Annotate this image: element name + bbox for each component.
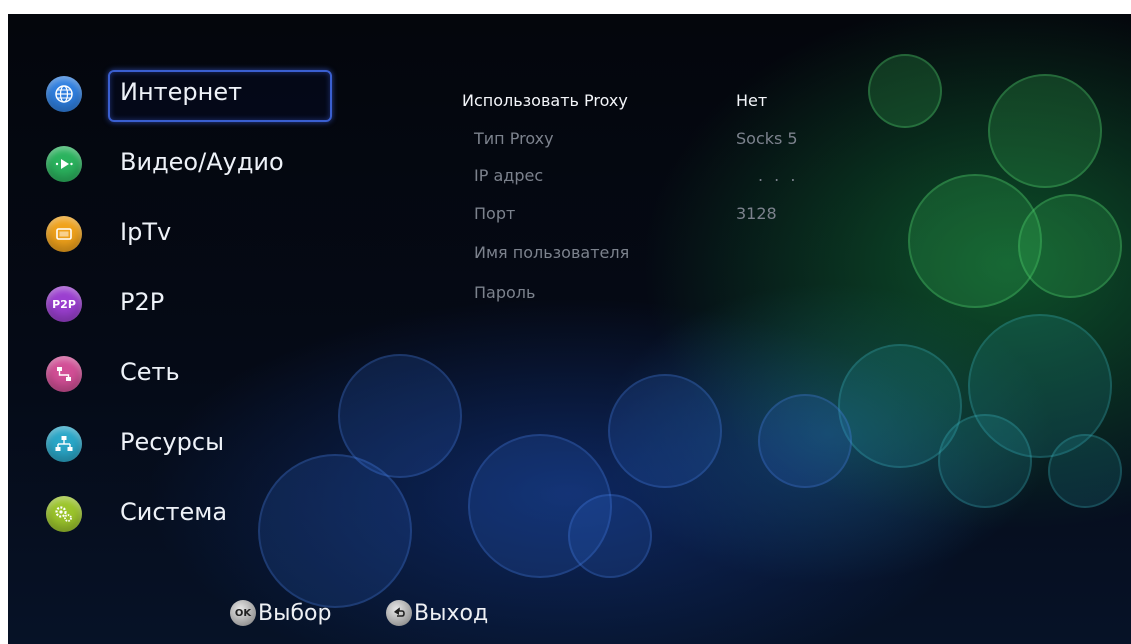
setting-label: Тип Proxy xyxy=(474,129,554,148)
setting-label: Пароль xyxy=(474,283,536,302)
select-label: Выбор xyxy=(258,600,332,626)
menu-label-p2p: P2P xyxy=(120,288,165,316)
ok-badge-text: OK xyxy=(234,607,252,619)
setting-label: Порт xyxy=(474,204,516,223)
menu-item-video-audio[interactable]: Видео/Аудио xyxy=(46,142,346,186)
media-icon xyxy=(46,146,82,182)
tv-icon xyxy=(46,216,82,252)
menu-item-resources[interactable]: Ресурсы xyxy=(46,422,346,466)
p2p-badge-text: P2P xyxy=(52,297,76,311)
exit-label: Выход xyxy=(414,600,489,626)
menu-item-network[interactable]: Сеть xyxy=(46,352,346,396)
setting-value: . . . xyxy=(758,166,799,185)
menu-label-system: Система xyxy=(120,498,228,526)
system-gear-icon xyxy=(46,496,82,532)
menu-label-resources: Ресурсы xyxy=(120,428,225,456)
menu-label-internet: Интернет xyxy=(120,78,243,106)
setting-value: 3128 xyxy=(736,204,777,223)
setting-value: Socks 5 xyxy=(736,129,798,148)
ok-button-icon: OK xyxy=(230,600,256,626)
setting-label: IP адрес xyxy=(474,166,544,185)
back-arrow-icon xyxy=(386,600,412,626)
select-button[interactable]: OK Выбор xyxy=(230,598,331,628)
setting-label: Использовать Proxy xyxy=(462,91,628,110)
p2p-icon: P2P xyxy=(46,286,82,322)
setting-value: Нет xyxy=(736,91,768,110)
globe-icon xyxy=(46,76,82,112)
menu-item-system[interactable]: Система xyxy=(46,492,346,536)
menu-item-iptv[interactable]: IpTv xyxy=(46,212,346,256)
setting-label: Имя пользователя xyxy=(474,243,630,262)
menu-item-internet[interactable]: Интернет xyxy=(46,70,346,122)
exit-button[interactable]: Выход xyxy=(386,598,488,628)
menu-label-iptv: IpTv xyxy=(120,218,172,246)
menu-label-network: Сеть xyxy=(120,358,180,386)
network-icon xyxy=(46,356,82,392)
resources-icon xyxy=(46,426,82,462)
menu-label-video-audio: Видео/Аудио xyxy=(120,148,284,176)
tv-settings-screen: Интернет Видео/Аудио IpTv P2P P2P Сеть Р… xyxy=(8,14,1131,644)
menu-item-p2p[interactable]: P2P P2P xyxy=(46,282,346,326)
